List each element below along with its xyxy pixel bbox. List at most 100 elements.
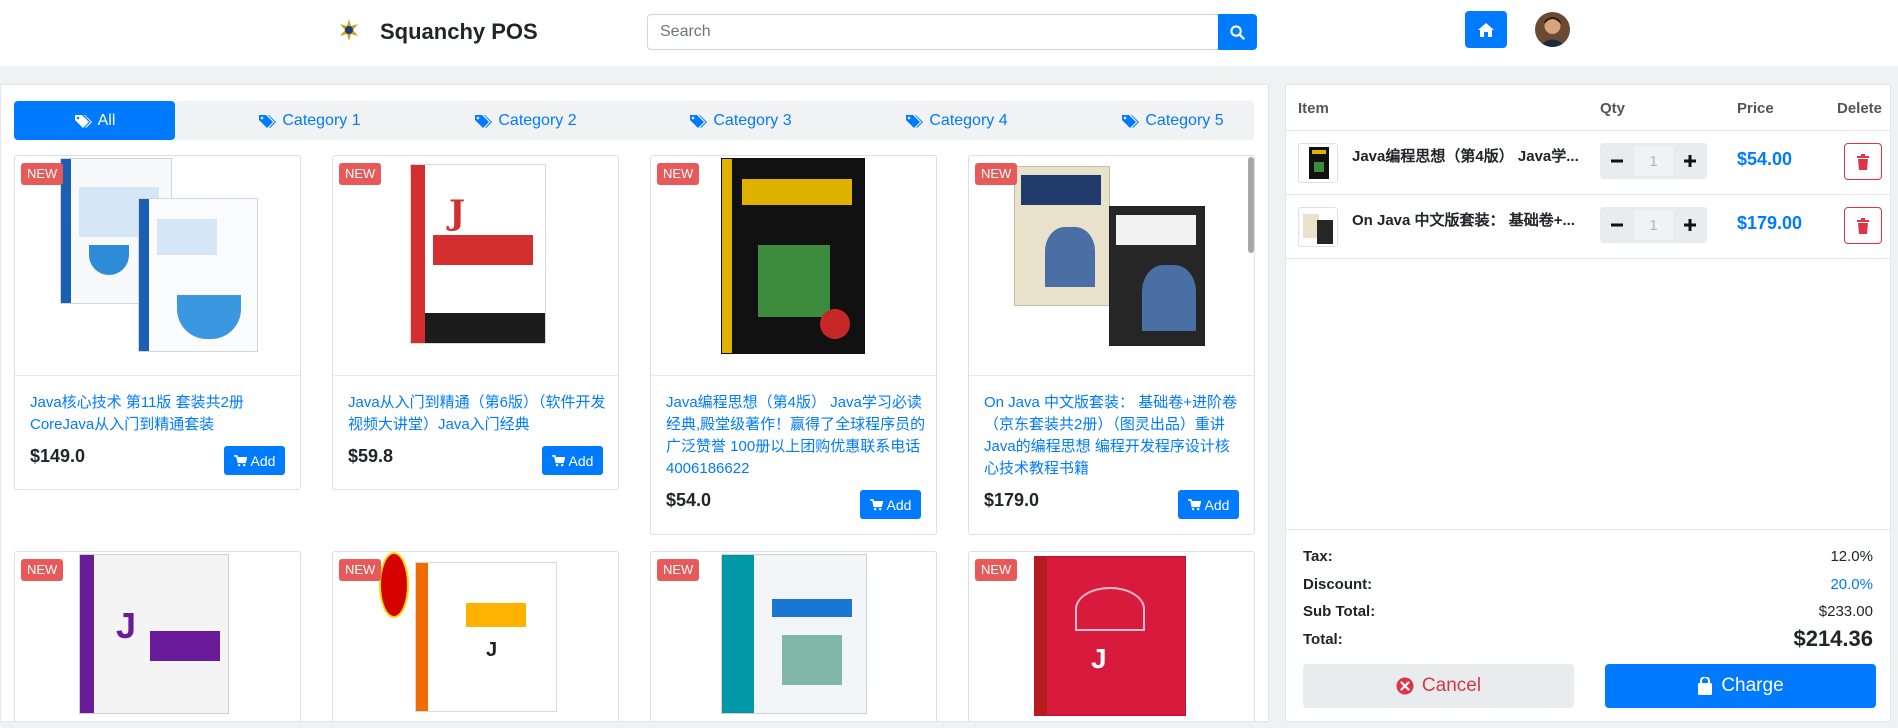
- brand-logo-icon[interactable]: [336, 17, 362, 43]
- col-price: Price: [1737, 100, 1774, 117]
- product-card[interactable]: NEW: [650, 551, 937, 721]
- add-to-cart-button[interactable]: Add: [224, 446, 285, 475]
- product-image[interactable]: NEW: [15, 156, 300, 376]
- product-card[interactable]: NEW J: [14, 551, 301, 721]
- add-label: Add: [568, 452, 594, 469]
- add-to-cart-button[interactable]: Add: [542, 446, 603, 475]
- product-card[interactable]: NEW J: [968, 551, 1255, 721]
- product-card[interactable]: NEW On Java 中文版套装： 基础卷+进阶卷（京东套装共2册）（图灵出品…: [968, 155, 1255, 535]
- product-price: $59.8: [348, 446, 394, 466]
- minus-icon: [1611, 223, 1623, 227]
- col-item: Item: [1298, 100, 1329, 117]
- products-panel: All Category 1 Category 2 Category 3 Cat…: [0, 84, 1269, 722]
- product-image[interactable]: NEW: [651, 552, 936, 721]
- times-circle-icon: [1396, 677, 1414, 695]
- brand-title[interactable]: Squanchy POS: [380, 19, 538, 45]
- add-to-cart-button[interactable]: Add: [860, 490, 921, 519]
- book-cover: [721, 554, 867, 714]
- search-input[interactable]: [647, 14, 1218, 50]
- charge-label: Charge: [1721, 675, 1784, 696]
- book-cover: J: [415, 562, 557, 712]
- product-title[interactable]: On Java 中文版套装： 基础卷+进阶卷（京东套装共2册）（图灵出品）重讲J…: [984, 392, 1244, 480]
- tax-value: 12.0%: [1830, 548, 1873, 565]
- search-button[interactable]: [1218, 14, 1257, 50]
- decrease-qty-button[interactable]: [1600, 143, 1634, 179]
- increase-qty-button[interactable]: [1673, 207, 1707, 243]
- col-delete: Delete: [1837, 100, 1883, 117]
- quantity-input[interactable]: 1: [1634, 210, 1673, 240]
- product-card[interactable]: NEW J: [332, 551, 619, 721]
- delete-item-button[interactable]: [1844, 143, 1882, 180]
- cart-icon: [1187, 498, 1201, 510]
- cart-icon: [869, 498, 883, 510]
- cart-icon: [233, 454, 247, 466]
- book-cover: [721, 158, 865, 354]
- new-badge: NEW: [657, 163, 700, 185]
- cancel-label: Cancel: [1421, 675, 1482, 696]
- product-title[interactable]: Java核心技术 第11版 套装共2册 CoreJava从入门到精通套装: [30, 392, 290, 436]
- subtotal-label: Sub Total:: [1303, 603, 1376, 620]
- tab-label: Category 1: [282, 111, 361, 129]
- book-cover: [1014, 166, 1110, 306]
- new-badge: NEW: [975, 163, 1018, 185]
- products-scrollbar[interactable]: [1248, 157, 1254, 253]
- tab-category-4[interactable]: Category 4: [876, 101, 1037, 140]
- top-navbar: Squanchy POS: [0, 0, 1898, 66]
- product-card[interactable]: NEW Java核心技术 第11版 套装共2册 CoreJava从入门到精通套装…: [14, 155, 301, 490]
- order-totals: Tax: 12.0% Discount: 20.0% Sub Total: $2…: [1286, 529, 1890, 721]
- total-label: Total:: [1303, 631, 1343, 648]
- tax-label: Tax:: [1303, 548, 1333, 565]
- user-avatar[interactable]: [1535, 12, 1570, 47]
- discount-value: 20.0%: [1830, 576, 1873, 593]
- product-title[interactable]: Java从入门到精通（第6版）（软件开发视频大讲堂）Java入门经典: [348, 392, 608, 436]
- increase-qty-button[interactable]: [1673, 143, 1707, 179]
- cart-panel: Item Qty Price Delete Java编程思想（第4版） Java…: [1285, 84, 1891, 722]
- product-image[interactable]: NEW J: [969, 552, 1254, 721]
- category-tabs: All Category 1 Category 2 Category 3 Cat…: [14, 101, 1254, 140]
- add-to-cart-button[interactable]: Add: [1178, 490, 1239, 519]
- new-badge: NEW: [339, 163, 382, 185]
- tags-icon: [906, 114, 924, 128]
- cart-item-price: $179.00: [1737, 213, 1803, 233]
- plus-icon: [1684, 155, 1696, 167]
- add-label: Add: [886, 496, 912, 513]
- tab-label: Category 5: [1145, 111, 1224, 129]
- cart-row: Java编程思想（第4版） Java学... 1 $54.00: [1286, 131, 1890, 195]
- cart-item-thumbnail: [1298, 207, 1338, 247]
- new-badge: NEW: [339, 559, 382, 581]
- decrease-qty-button[interactable]: [1600, 207, 1634, 243]
- tab-label: All: [97, 111, 116, 129]
- product-image[interactable]: NEW: [651, 156, 936, 376]
- quantity-input[interactable]: 1: [1634, 146, 1673, 176]
- tab-category-5[interactable]: Category 5: [1092, 101, 1253, 140]
- cancel-button[interactable]: Cancel: [1303, 664, 1574, 708]
- search-icon: [1230, 24, 1245, 40]
- avatar-icon: [1535, 12, 1570, 47]
- charge-button[interactable]: Charge: [1605, 664, 1876, 708]
- product-price: $54.0: [666, 490, 712, 510]
- tags-icon: [1122, 114, 1140, 128]
- quantity-stepper: 1: [1600, 143, 1707, 179]
- tab-category-3[interactable]: Category 3: [660, 101, 821, 140]
- trash-icon: [1857, 153, 1869, 170]
- cart-row: On Java 中文版套装： 基础卷+... 1 $179.00: [1286, 195, 1890, 259]
- product-image[interactable]: NEW: [969, 156, 1254, 376]
- tab-category-1[interactable]: Category 1: [229, 101, 390, 140]
- product-card[interactable]: NEW Java编程思想（第4版） Java学习必读经典,殿堂级著作！赢得了全球…: [650, 155, 937, 535]
- home-button[interactable]: [1465, 11, 1507, 48]
- delete-item-button[interactable]: [1844, 207, 1882, 244]
- new-badge: NEW: [21, 163, 64, 185]
- cart-item-thumbnail: [1298, 143, 1338, 183]
- minus-icon: [1611, 159, 1623, 163]
- tab-category-2[interactable]: Category 2: [445, 101, 606, 140]
- discount-label: Discount:: [1303, 576, 1373, 593]
- product-image[interactable]: NEW J: [333, 156, 618, 376]
- product-card[interactable]: NEW J Java从入门到精通（第6版）（软件开发视频大讲堂）Java入门经典…: [332, 155, 619, 490]
- cart-item-name: On Java 中文版套装： 基础卷+...: [1352, 212, 1575, 229]
- product-image[interactable]: NEW J: [333, 552, 618, 721]
- tags-icon: [259, 114, 277, 128]
- new-badge: NEW: [657, 559, 700, 581]
- tab-all[interactable]: All: [14, 101, 175, 140]
- product-image[interactable]: NEW J: [15, 552, 300, 721]
- product-title[interactable]: Java编程思想（第4版） Java学习必读经典,殿堂级著作！赢得了全球程序员的…: [666, 392, 926, 480]
